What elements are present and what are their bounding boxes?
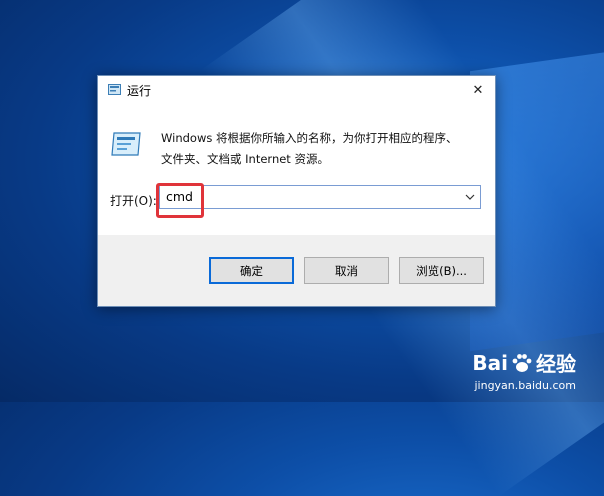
open-input[interactable]: cmd [159,185,481,209]
run-app-icon [108,84,121,95]
watermark-logo: Bai 经验 [472,348,576,377]
button-bar: 确定 取消 浏览(B)... [98,235,495,306]
window-title: 运行 [127,84,152,98]
watermark: Bai 经验 jingyan.baidu.com [472,348,576,393]
ok-button[interactable]: 确定 [209,257,294,284]
close-button[interactable]: ✕ [461,76,495,105]
close-icon: ✕ [472,83,484,98]
watermark-url: jingyan.baidu.com [474,379,576,392]
watermark-brand-left: Bai [472,350,508,375]
annotation-highlight-box [156,183,204,218]
description-line-2: 文件夹、文档或 Internet 资源。 [161,152,329,166]
run-dialog: 运行 ✕ Windows 将根据你所输入的名称，为你打开相应的程序、 文件夹、文… [97,75,496,307]
run-program-icon [111,132,141,156]
chevron-down-icon[interactable] [465,190,475,204]
description-line-1: Windows 将根据你所输入的名称，为你打开相应的程序、 [161,131,458,145]
open-label: 打开(O): [110,194,157,208]
description-text: Windows 将根据你所输入的名称，为你打开相应的程序、 文件夹、文档或 In… [161,128,481,170]
title-bar[interactable]: 运行 ✕ [98,76,495,105]
cancel-button[interactable]: 取消 [304,257,389,284]
browse-button[interactable]: 浏览(B)... [399,257,484,284]
paw-icon [512,353,532,372]
watermark-brand-right: 经验 [536,352,576,376]
